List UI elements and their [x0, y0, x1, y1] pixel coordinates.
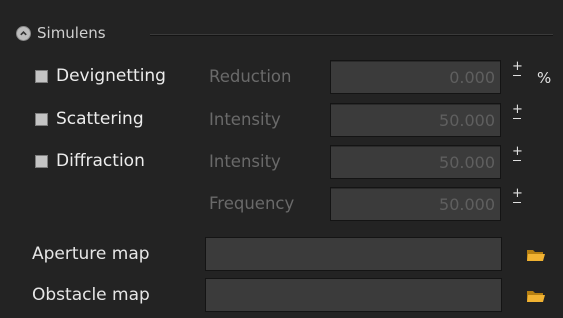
minus-icon[interactable]: [513, 202, 521, 203]
collapse-circle-icon[interactable]: [16, 25, 31, 41]
diffraction-row: Diffraction Intensity 50.000 +: [0, 144, 563, 180]
aperture-map-input[interactable]: [205, 237, 502, 271]
reduction-unit: %: [537, 69, 552, 87]
devignetting-checkbox[interactable]: [35, 70, 48, 83]
section-header[interactable]: Simulens: [16, 22, 106, 44]
obstacle-map-row: Obstacle map: [0, 277, 563, 313]
diffraction-intensity-spinner[interactable]: +: [510, 144, 524, 177]
scattering-intensity-input[interactable]: 50.000: [330, 103, 501, 137]
frequency-spinner[interactable]: +: [510, 186, 524, 219]
aperture-map-row: Aperture map: [0, 236, 563, 272]
devignetting-row: Devignetting Reduction 0.000 + %: [0, 59, 563, 95]
scattering-checkbox[interactable]: [35, 113, 48, 126]
obstacle-map-input[interactable]: [205, 278, 502, 312]
scattering-row: Scattering Intensity 50.000 +: [0, 102, 563, 138]
reduction-value: 0.000: [449, 68, 495, 87]
folder-icon[interactable]: [526, 288, 546, 304]
devignetting-label[interactable]: Devignetting: [56, 66, 166, 86]
diffraction-checkbox[interactable]: [35, 155, 48, 168]
scattering-intensity-spinner[interactable]: +: [510, 102, 524, 135]
frequency-input[interactable]: 50.000: [330, 187, 501, 221]
obstacle-map-label: Obstacle map: [32, 285, 150, 305]
frequency-row: Frequency 50.000 +: [0, 186, 563, 222]
scattering-intensity-value: 50.000: [439, 111, 495, 130]
minus-icon[interactable]: [513, 118, 521, 119]
reduction-input[interactable]: 0.000: [330, 60, 501, 94]
frequency-value: 50.000: [439, 195, 495, 214]
plus-icon[interactable]: +: [512, 102, 523, 117]
plus-icon[interactable]: +: [512, 144, 523, 159]
plus-icon[interactable]: +: [512, 59, 523, 74]
minus-icon[interactable]: [513, 75, 521, 76]
folder-icon[interactable]: [526, 247, 546, 263]
simulens-panel: Simulens Devignetting Reduction 0.000 + …: [0, 0, 563, 318]
scattering-intensity-label: Intensity: [209, 110, 281, 129]
aperture-map-label: Aperture map: [32, 244, 150, 264]
diffraction-label[interactable]: Diffraction: [56, 151, 145, 171]
header-divider: [150, 34, 553, 36]
diffraction-intensity-label: Intensity: [209, 152, 281, 171]
diffraction-intensity-input[interactable]: 50.000: [330, 145, 501, 179]
diffraction-intensity-value: 50.000: [439, 153, 495, 172]
section-title: Simulens: [37, 24, 106, 42]
plus-icon[interactable]: +: [512, 186, 523, 201]
reduction-spinner[interactable]: +: [510, 59, 524, 92]
frequency-label: Frequency: [209, 194, 295, 213]
reduction-label: Reduction: [209, 67, 292, 86]
scattering-label[interactable]: Scattering: [56, 109, 144, 129]
minus-icon[interactable]: [513, 160, 521, 161]
